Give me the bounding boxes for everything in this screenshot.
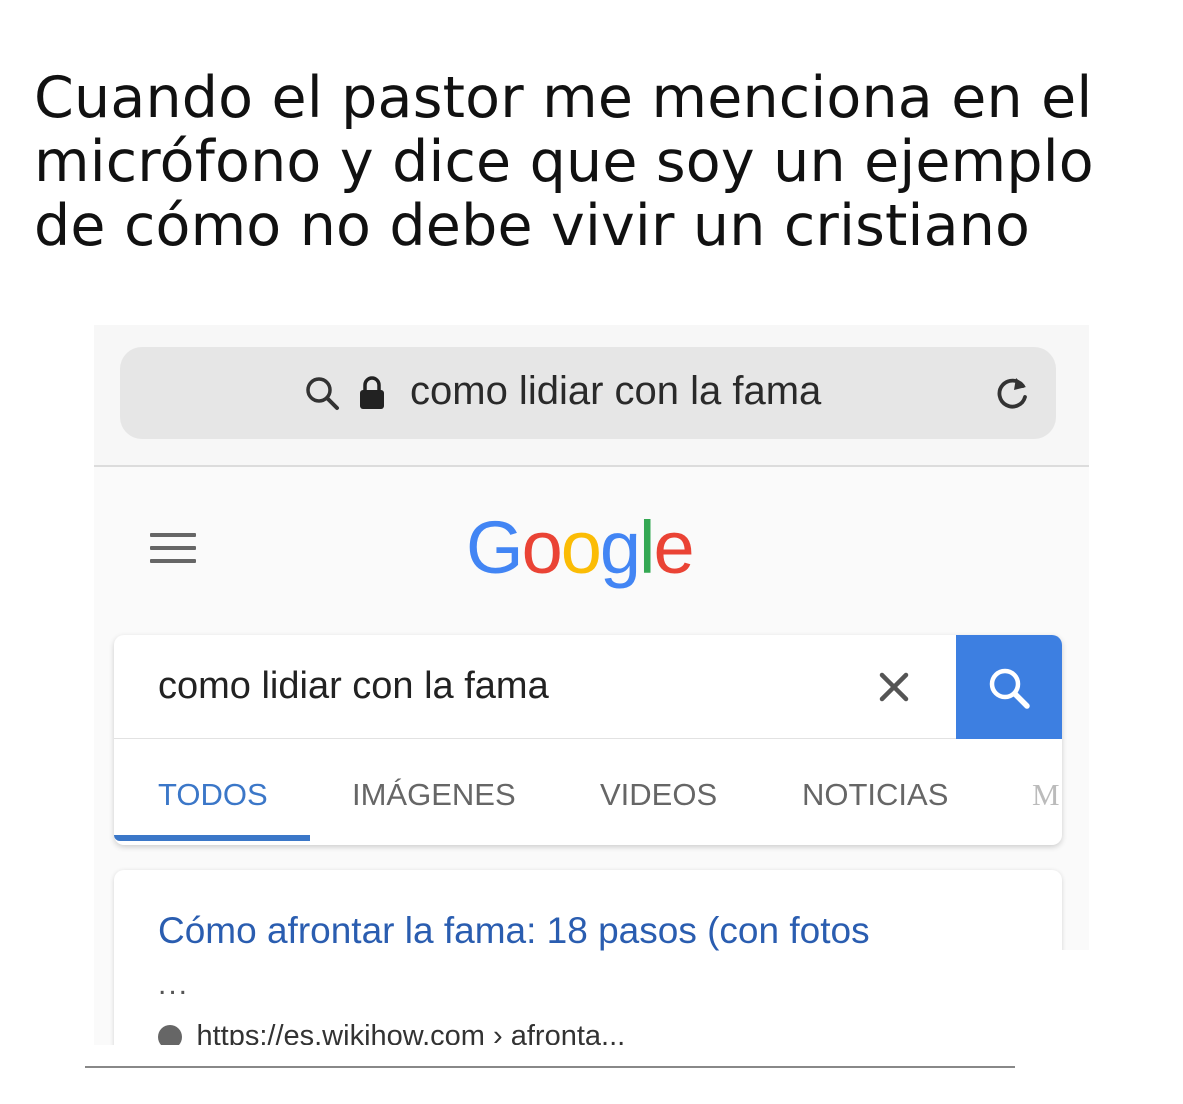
logo-letter: g bbox=[599, 506, 641, 589]
google-logo[interactable]: Google bbox=[466, 505, 695, 590]
logo-letter: o bbox=[560, 506, 602, 589]
reload-icon[interactable] bbox=[992, 373, 1032, 413]
meme-caption: Cuando el pastor me menciona en el micró… bbox=[34, 66, 1164, 258]
search-icon bbox=[989, 668, 1030, 709]
address-bar[interactable]: como lidiar con la fama bbox=[120, 347, 1056, 439]
crop-cover bbox=[1015, 950, 1183, 1104]
divider bbox=[85, 1066, 1015, 1068]
google-header: Google bbox=[94, 467, 1089, 627]
tab-videos[interactable]: VIDEOS bbox=[600, 777, 717, 813]
result-ellipsis: ... bbox=[158, 968, 190, 1001]
search-input[interactable]: como lidiar con la fama bbox=[158, 665, 549, 708]
result-url-row[interactable]: https://es.wikihow.com › afronta... bbox=[158, 1020, 625, 1045]
address-text[interactable]: como lidiar con la fama bbox=[410, 369, 821, 414]
logo-letter: l bbox=[639, 506, 656, 589]
meme-page: Cuando el pastor me menciona en el micró… bbox=[0, 0, 1183, 1104]
close-icon[interactable] bbox=[876, 669, 912, 705]
lock-icon bbox=[360, 376, 384, 409]
tab-imagenes[interactable]: IMÁGENES bbox=[352, 777, 516, 813]
tab-noticias[interactable]: NOTICIAS bbox=[802, 777, 948, 813]
tab-todos[interactable]: TODOS bbox=[158, 777, 268, 813]
caption-line-1: Cuando el pastor me menciona en el bbox=[34, 65, 1093, 131]
result-title-link[interactable]: Cómo afrontar la fama: 18 pasos (con fot… bbox=[158, 910, 870, 952]
hamburger-menu-icon[interactable] bbox=[150, 533, 196, 569]
search-tabs: TODOS IMÁGENES VIDEOS NOTICIAS M bbox=[114, 739, 1062, 845]
logo-letter: G bbox=[466, 506, 524, 589]
browser-toolbar: como lidiar con la fama bbox=[94, 325, 1089, 467]
result-url[interactable]: https://es.wikihow.com › afronta... bbox=[196, 1020, 625, 1045]
active-tab-indicator bbox=[114, 835, 310, 841]
search-card: como lidiar con la fama TODOS IMÁGENES V… bbox=[114, 635, 1062, 845]
search-box: como lidiar con la fama bbox=[114, 635, 1062, 739]
search-icon bbox=[306, 377, 339, 410]
logo-letter: o bbox=[521, 506, 563, 589]
site-favicon-icon bbox=[158, 1024, 182, 1045]
caption-line-3: de cómo no debe vivir un cristiano bbox=[34, 193, 1031, 259]
search-button[interactable] bbox=[956, 635, 1062, 739]
search-result: Cómo afrontar la fama: 18 pasos (con fot… bbox=[114, 870, 1062, 1045]
logo-letter: e bbox=[653, 506, 694, 589]
phone-screenshot: como lidiar con la fama Google como lidi… bbox=[94, 325, 1089, 1045]
caption-line-2: micrófono y dice que soy un ejemplo bbox=[34, 129, 1094, 195]
tab-more[interactable]: M bbox=[1032, 777, 1060, 813]
